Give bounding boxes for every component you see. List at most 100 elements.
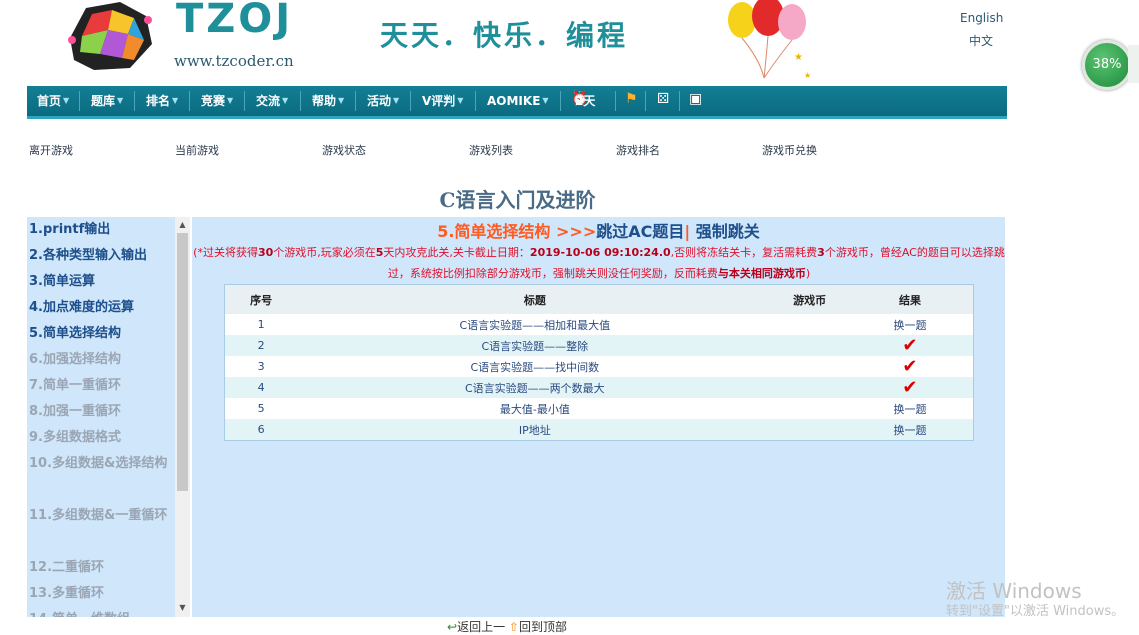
scroll-down-icon[interactable]: ▼ <box>175 600 190 615</box>
level-item-current[interactable]: 5.简单选择结构 <box>29 321 173 347</box>
level-notice: (*过关将获得30个游戏币,玩家必须在5天内攻克此关,关卡截止日期：2019-1… <box>193 242 1005 284</box>
scroll-up-icon[interactable]: ▲ <box>175 217 190 232</box>
nav-days[interactable]: 2天 <box>575 86 595 116</box>
caret-down-icon: ▼ <box>542 96 549 105</box>
level-item-locked: 10.多组数据&选择结构 <box>29 456 168 471</box>
speed-side-tab[interactable] <box>1128 45 1139 83</box>
level-item-locked: 9.多组数据格式 <box>29 430 121 445</box>
level-item[interactable]: 2.各种类型输入输出 <box>29 243 173 269</box>
level-item[interactable]: 3.简单运算 <box>29 269 173 295</box>
dice-icon[interactable]: ⚄ <box>657 91 669 107</box>
change-problem-link[interactable]: 换一题 <box>846 419 974 441</box>
nav-divider <box>475 91 476 111</box>
chat-icon[interactable]: ▣ <box>689 91 702 107</box>
lang-english-link[interactable]: English <box>960 11 1003 25</box>
table-row: 4 C语言实验题——两个数最大 ✔ <box>224 376 974 398</box>
scrollbar-thumb[interactable] <box>177 233 188 491</box>
course-title: C语言入门及进阶 <box>439 188 596 212</box>
problem-title-link[interactable]: 最大值-最小值 <box>297 398 773 419</box>
game-ranking-link[interactable]: 游戏排名 <box>616 142 660 158</box>
table-row: 1 C语言实验题——相加和最大值 换一题 <box>224 314 974 335</box>
caret-down-icon: ▼ <box>457 96 464 105</box>
notice-text: ,否则将冻结关卡，复活需耗费 <box>670 246 818 259</box>
nav-vjudge[interactable]: V评判 ▼ <box>412 86 463 116</box>
nav-label: V评判 <box>422 94 456 108</box>
level-item-locked: 6.加强选择结构 <box>29 352 121 367</box>
level-item-locked: 11.多组数据&一重循环 <box>29 508 168 523</box>
caret-down-icon: ▼ <box>393 96 400 105</box>
logo[interactable]: TZOJ www.tzcoder.cn <box>28 0 298 80</box>
notice-text: 个游戏币,玩家必须在 <box>273 246 376 259</box>
level-sidebar: 1.printf输出 2.各种类型输入输出 3.简单运算 4.加点难度的运算 5… <box>27 217 175 617</box>
nav-home[interactable]: 首页 ▼ <box>27 86 69 116</box>
level-item-locked: 7.简单一重循环 <box>29 378 121 393</box>
caret-down-icon: ▼ <box>172 96 179 105</box>
game-coin-exchange-link[interactable]: 游戏币兑换 <box>762 142 817 158</box>
logo-url: www.tzcoder.cn <box>174 52 294 70</box>
svg-text:★: ★ <box>804 71 811 80</box>
result-cell: ✔ <box>846 376 974 398</box>
flag-icon[interactable]: ⚑ <box>625 91 638 107</box>
speed-ball-widget[interactable]: 38% <box>1082 40 1132 90</box>
table-row: 6 IP地址 换一题 <box>224 419 974 441</box>
caret-down-icon: ▼ <box>282 96 289 105</box>
caret-down-icon: ▼ <box>227 96 234 105</box>
skip-ac-button[interactable]: 跳过AC题目 <box>596 222 684 241</box>
level-item[interactable]: 1.printf输出 <box>29 217 173 243</box>
row-coin <box>772 419 847 441</box>
row-coin <box>772 398 847 419</box>
nav-problems[interactable]: 题库 ▼ <box>81 86 123 116</box>
nav-help[interactable]: 帮助 ▼ <box>302 86 344 116</box>
problem-title-link[interactable]: C语言实验题——整除 <box>297 335 773 356</box>
row-coin <box>772 335 847 356</box>
back-arrow-icon[interactable]: ↩ <box>447 620 457 634</box>
nav-label: 竞赛 <box>201 94 226 108</box>
header-separator: | <box>684 222 691 241</box>
nav-aomike[interactable]: AOMIKE ▼ <box>477 86 549 116</box>
nav-label: 活动 <box>367 94 392 108</box>
top-link[interactable]: 回到顶部 <box>519 620 567 634</box>
nav-divider <box>300 91 301 111</box>
row-no: 4 <box>224 377 298 398</box>
logo-text: TZOJ <box>176 0 294 42</box>
check-icon: ✔ <box>902 334 918 356</box>
level-item[interactable]: 4.加点难度的运算 <box>29 295 173 321</box>
nav-discuss[interactable]: 交流 ▼ <box>246 86 288 116</box>
lang-chinese-link[interactable]: 中文 <box>969 32 993 49</box>
change-problem-link[interactable]: 换一题 <box>846 314 974 335</box>
game-status-link[interactable]: 游戏状态 <box>322 142 366 158</box>
top-arrow-icon[interactable]: ⇧ <box>509 620 519 634</box>
level-item-locked: 12.二重循环 <box>29 560 105 575</box>
problem-title-link[interactable]: IP地址 <box>297 419 773 441</box>
row-no: 2 <box>224 335 298 356</box>
nav-label: 首页 <box>37 94 62 108</box>
table-row: 3 C语言实验题——找中间数 ✔ <box>224 356 974 377</box>
nav-contest[interactable]: 竞赛 ▼ <box>191 86 233 116</box>
back-link[interactable]: 返回上一 <box>457 620 505 634</box>
result-cell: ✔ <box>846 334 974 356</box>
problem-title-link[interactable]: C语言实验题——相加和最大值 <box>297 314 773 335</box>
check-icon: ✔ <box>902 376 918 398</box>
current-game-link[interactable]: 当前游戏 <box>175 142 219 158</box>
problem-title-link[interactable]: C语言实验题——两个数最大 <box>297 377 773 398</box>
problem-table: 序号 标题 游戏币 结果 1 C语言实验题——相加和最大值 换一题 2 C语言实… <box>224 284 974 441</box>
nav-ranking[interactable]: 排名 ▼ <box>136 86 178 116</box>
notice-same-cost: 与本关相同游戏币 <box>717 267 806 280</box>
row-coin <box>772 314 847 335</box>
nav-divider <box>679 91 680 111</box>
nav-label: 交流 <box>256 94 281 108</box>
balloons-icon: ★ ★ <box>728 0 811 80</box>
row-no: 5 <box>224 398 298 419</box>
game-list-link[interactable]: 游戏列表 <box>469 142 513 158</box>
leave-game-link[interactable]: 离开游戏 <box>29 142 73 158</box>
nav-label: 题库 <box>91 94 116 108</box>
nav-activity[interactable]: 活动 ▼ <box>357 86 399 116</box>
change-problem-link[interactable]: 换一题 <box>846 398 974 419</box>
nav-divider <box>355 91 356 111</box>
row-no: 3 <box>224 356 298 377</box>
force-jump-button[interactable]: 强制跳关 <box>696 222 760 241</box>
col-title-header: 标题 <box>297 284 773 314</box>
table-header-row: 序号 标题 游戏币 结果 <box>224 284 974 314</box>
problem-title-link[interactable]: C语言实验题——找中间数 <box>297 356 773 377</box>
nav-divider <box>244 91 245 111</box>
